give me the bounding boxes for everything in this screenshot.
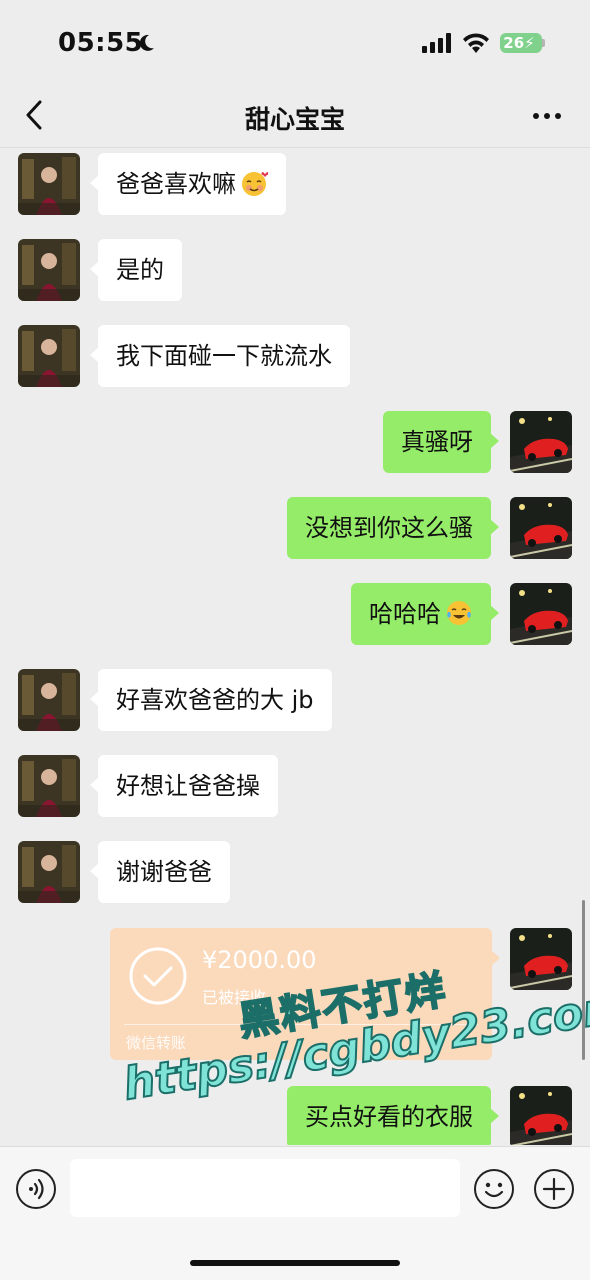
- status-bar: 05:55 26 ⚡: [0, 0, 590, 88]
- message-row: 没想到你这么骚: [0, 497, 590, 561]
- self-avatar[interactable]: [510, 583, 572, 645]
- transfer-card[interactable]: ¥2000.00 已被接收 微信转账: [110, 928, 500, 1060]
- message-bubble[interactable]: 哈哈哈: [351, 583, 499, 645]
- emoji-button[interactable]: [474, 1169, 514, 1209]
- message-bubble[interactable]: 是的: [90, 239, 182, 301]
- more-icon[interactable]: [532, 112, 562, 120]
- home-indicator: [190, 1260, 400, 1266]
- message-row: 买点好看的衣服: [0, 1086, 590, 1145]
- message-bubble[interactable]: 好想让爸爸操: [90, 755, 278, 817]
- message-text: 是的: [116, 256, 164, 284]
- message-bubble[interactable]: 好喜欢爸爸的大 jb: [90, 669, 332, 731]
- message-text: 真骚呀: [401, 428, 473, 456]
- chat-title: 甜心宝宝: [244, 105, 345, 134]
- self-avatar[interactable]: [510, 497, 572, 559]
- message-row: 好喜欢爸爸的大 jb: [0, 669, 590, 733]
- contact-avatar[interactable]: [18, 153, 80, 215]
- message-input[interactable]: [70, 1159, 460, 1217]
- self-avatar[interactable]: [510, 411, 572, 473]
- scrollbar[interactable]: [582, 900, 585, 1060]
- message-row: 我下面碰一下就流水: [0, 325, 590, 389]
- contact-avatar[interactable]: [18, 325, 80, 387]
- signal-icon: [422, 33, 451, 53]
- contact-avatar[interactable]: [18, 755, 80, 817]
- message-text: 好想让爸爸操: [116, 772, 260, 800]
- transfer-amount: ¥2000.00: [202, 946, 317, 974]
- moon-icon: [139, 34, 154, 51]
- transfer-label: 微信转账: [126, 1034, 187, 1052]
- plus-icon: [542, 1177, 566, 1201]
- check-circle-icon: [129, 947, 187, 1005]
- face-with-tears-of-joy-icon: [447, 601, 471, 625]
- battery-indicator: 26 ⚡: [500, 33, 542, 53]
- self-avatar[interactable]: [510, 1086, 572, 1145]
- message-text: 我下面碰一下就流水: [116, 342, 332, 370]
- contact-avatar[interactable]: [18, 239, 80, 301]
- message-row: 爸爸喜欢嘛: [0, 153, 590, 217]
- message-bubble[interactable]: 真骚呀: [383, 411, 499, 473]
- wifi-icon: [463, 33, 489, 53]
- self-avatar[interactable]: [510, 928, 572, 990]
- more-functions-button[interactable]: [534, 1169, 574, 1209]
- nav-bar: 甜心宝宝: [0, 88, 590, 148]
- contact-avatar[interactable]: [18, 669, 80, 731]
- message-text: 爸爸喜欢嘛: [116, 170, 236, 198]
- message-row: 谢谢爸爸: [0, 841, 590, 905]
- message-row: 是的: [0, 239, 590, 303]
- message-row: 哈哈哈: [0, 583, 590, 647]
- contact-avatar[interactable]: [18, 841, 80, 903]
- message-bubble[interactable]: 没想到你这么骚: [287, 497, 499, 559]
- message-bubble[interactable]: 我下面碰一下就流水: [90, 325, 350, 387]
- message-bubble[interactable]: 谢谢爸爸: [90, 841, 230, 903]
- battery-tip: [542, 39, 545, 47]
- chat-list[interactable]: 爸爸喜欢嘛 是的 我下面碰一下就流水 真骚呀 没想到你这么骚 哈哈哈 好喜欢爸爸…: [0, 149, 590, 1145]
- message-bubble[interactable]: 买点好看的衣服: [287, 1086, 499, 1145]
- divider: [124, 1024, 478, 1025]
- battery-level: 26: [503, 34, 525, 52]
- smiley-icon: [484, 1182, 504, 1198]
- transfer-status: 已被接收: [202, 988, 267, 1007]
- status-time: 05:55: [58, 28, 144, 58]
- smiling-face-with-hearts-icon: [242, 172, 268, 196]
- message-row: 好想让爸爸操: [0, 755, 590, 819]
- message-row: 真骚呀: [0, 411, 590, 475]
- voice-icon: [29, 1178, 44, 1200]
- message-text: 谢谢爸爸: [116, 858, 212, 886]
- message-text: 好喜欢爸爸的大 jb: [116, 686, 314, 714]
- voice-input-button[interactable]: [16, 1169, 56, 1209]
- message-text: 哈哈哈: [369, 600, 441, 628]
- message-text: 买点好看的衣服: [305, 1103, 473, 1131]
- message-bubble[interactable]: 爸爸喜欢嘛: [90, 153, 286, 215]
- message-text: 没想到你这么骚: [305, 514, 473, 542]
